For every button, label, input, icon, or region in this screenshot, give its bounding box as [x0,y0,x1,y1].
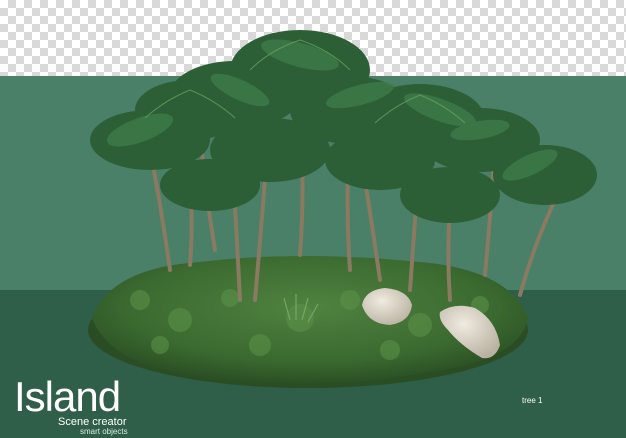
poster-canvas: Island Scene creator smart objects tree … [0,0,626,438]
poster-title: Island [14,373,121,420]
object-label: tree 1 [522,396,543,405]
poster-tagline: smart objects [80,427,128,436]
